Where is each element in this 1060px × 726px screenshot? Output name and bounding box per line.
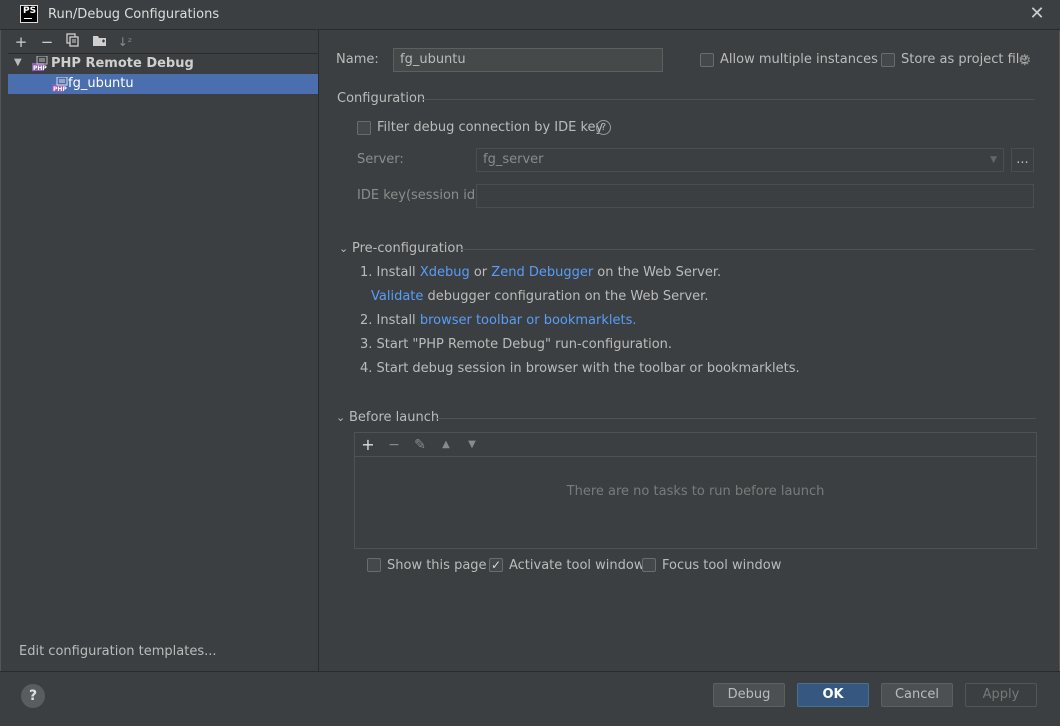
sort-icon[interactable]: ↓ᶻ (116, 33, 134, 51)
preconfig-step-4: 4. Start debug session in browser with t… (360, 361, 800, 376)
validate-link[interactable]: Validate (371, 289, 423, 304)
window-title: Run/Debug Configurations (48, 7, 220, 22)
filter-ide-key-checkbox[interactable] (357, 121, 371, 135)
before-launch-divider (437, 418, 1036, 419)
name-label: Name: (336, 52, 379, 67)
help-button[interactable]: ? (21, 684, 45, 708)
empty-tasks-text: There are no tasks to run before launch (566, 484, 825, 499)
preconfig-divider (460, 249, 1034, 250)
apply-button[interactable]: Apply (965, 683, 1037, 707)
store-project-file-label: Store as project file (901, 52, 1028, 67)
server-select[interactable]: fg_server ▼ (476, 148, 1004, 172)
configuration-divider (422, 99, 1034, 100)
add-icon[interactable]: + (12, 33, 30, 51)
close-icon[interactable]: ✕ (1027, 4, 1047, 24)
preconfig-step-2: 2. Install browser toolbar or bookmarkle… (360, 313, 637, 328)
help-icon[interactable]: ? (596, 120, 611, 135)
debug-button[interactable]: Debug (713, 683, 785, 707)
before-launch-toolbar (355, 433, 1036, 457)
show-page-label: Show this page (387, 558, 487, 573)
folder-icon[interactable] (90, 33, 108, 51)
xdebug-link[interactable]: Xdebug (420, 265, 470, 280)
name-input[interactable]: fg_ubuntu (393, 48, 663, 72)
configuration-header: Configuration (337, 91, 426, 106)
svg-text:PHP: PHP (33, 65, 47, 71)
browser-toolbar-link[interactable]: browser toolbar or bookmarklets. (420, 313, 637, 328)
move-down-icon[interactable]: ▼ (464, 437, 480, 453)
tree-item-fg-ubuntu[interactable]: PHP fg_ubuntu (8, 74, 318, 94)
activate-tool-window-label: Activate tool window (509, 558, 645, 573)
svg-text:PHP: PHP (53, 86, 67, 92)
preconfig-validate: Validate debugger configuration on the W… (371, 289, 709, 304)
edit-templates-link[interactable]: Edit configuration templates... (19, 644, 217, 659)
preconfig-header[interactable]: Pre-configuration (352, 241, 464, 256)
chevron-down-icon: ▼ (990, 155, 997, 165)
ide-key-label: IDE key(session id): (357, 188, 485, 203)
chevron-down-icon: ▼ (14, 57, 22, 68)
ide-key-input[interactable] (476, 184, 1034, 208)
remove-icon[interactable]: − (38, 33, 56, 51)
copy-icon[interactable] (64, 33, 82, 51)
tree-group-label: PHP Remote Debug (51, 56, 194, 71)
allow-multiple-checkbox[interactable] (700, 53, 714, 67)
php-remote-debug-icon: PHP (52, 77, 68, 92)
phpstorm-logo-icon: PS (20, 5, 38, 23)
allow-multiple-label: Allow multiple instances (720, 52, 878, 67)
tree-item-label: fg_ubuntu (68, 76, 134, 91)
cancel-button[interactable]: Cancel (881, 683, 953, 707)
move-up-icon[interactable]: ▲ (438, 437, 454, 453)
edit-pencil-icon[interactable]: ✎ (412, 437, 428, 453)
chevron-down-icon[interactable]: ⌄ (336, 411, 345, 424)
chevron-down-icon[interactable]: ⌄ (339, 242, 348, 255)
server-label: Server: (357, 152, 404, 167)
preconfig-step-1: 1. Install Xdebug or Zend Debugger on th… (360, 265, 722, 280)
store-project-file-checkbox[interactable] (881, 53, 895, 67)
ok-button[interactable]: OK (797, 683, 869, 707)
tree-group-php-remote-debug[interactable]: ▼ PHP PHP Remote Debug (8, 54, 318, 74)
filter-ide-key-label: Filter debug connection by IDE key (377, 120, 604, 135)
show-page-checkbox[interactable] (367, 558, 381, 572)
php-remote-debug-icon: PHP (32, 56, 48, 71)
focus-tool-window-label: Focus tool window (662, 558, 782, 573)
activate-tool-window-checkbox[interactable]: ✓ (489, 558, 503, 572)
server-browse-button[interactable]: ... (1011, 148, 1034, 172)
remove-icon[interactable]: − (386, 437, 402, 453)
preconfig-step-3: 3. Start "PHP Remote Debug" run-configur… (360, 337, 673, 352)
focus-tool-window-checkbox[interactable] (642, 558, 656, 572)
add-icon[interactable]: + (360, 437, 376, 453)
server-value: fg_server (483, 152, 544, 167)
gear-icon[interactable]: ⚙ (1018, 51, 1031, 69)
zend-debugger-link[interactable]: Zend Debugger (491, 265, 593, 280)
before-launch-header[interactable]: Before launch (349, 410, 439, 425)
configurations-sidebar (8, 30, 319, 671)
checkmark-icon: ✓ (490, 558, 502, 572)
